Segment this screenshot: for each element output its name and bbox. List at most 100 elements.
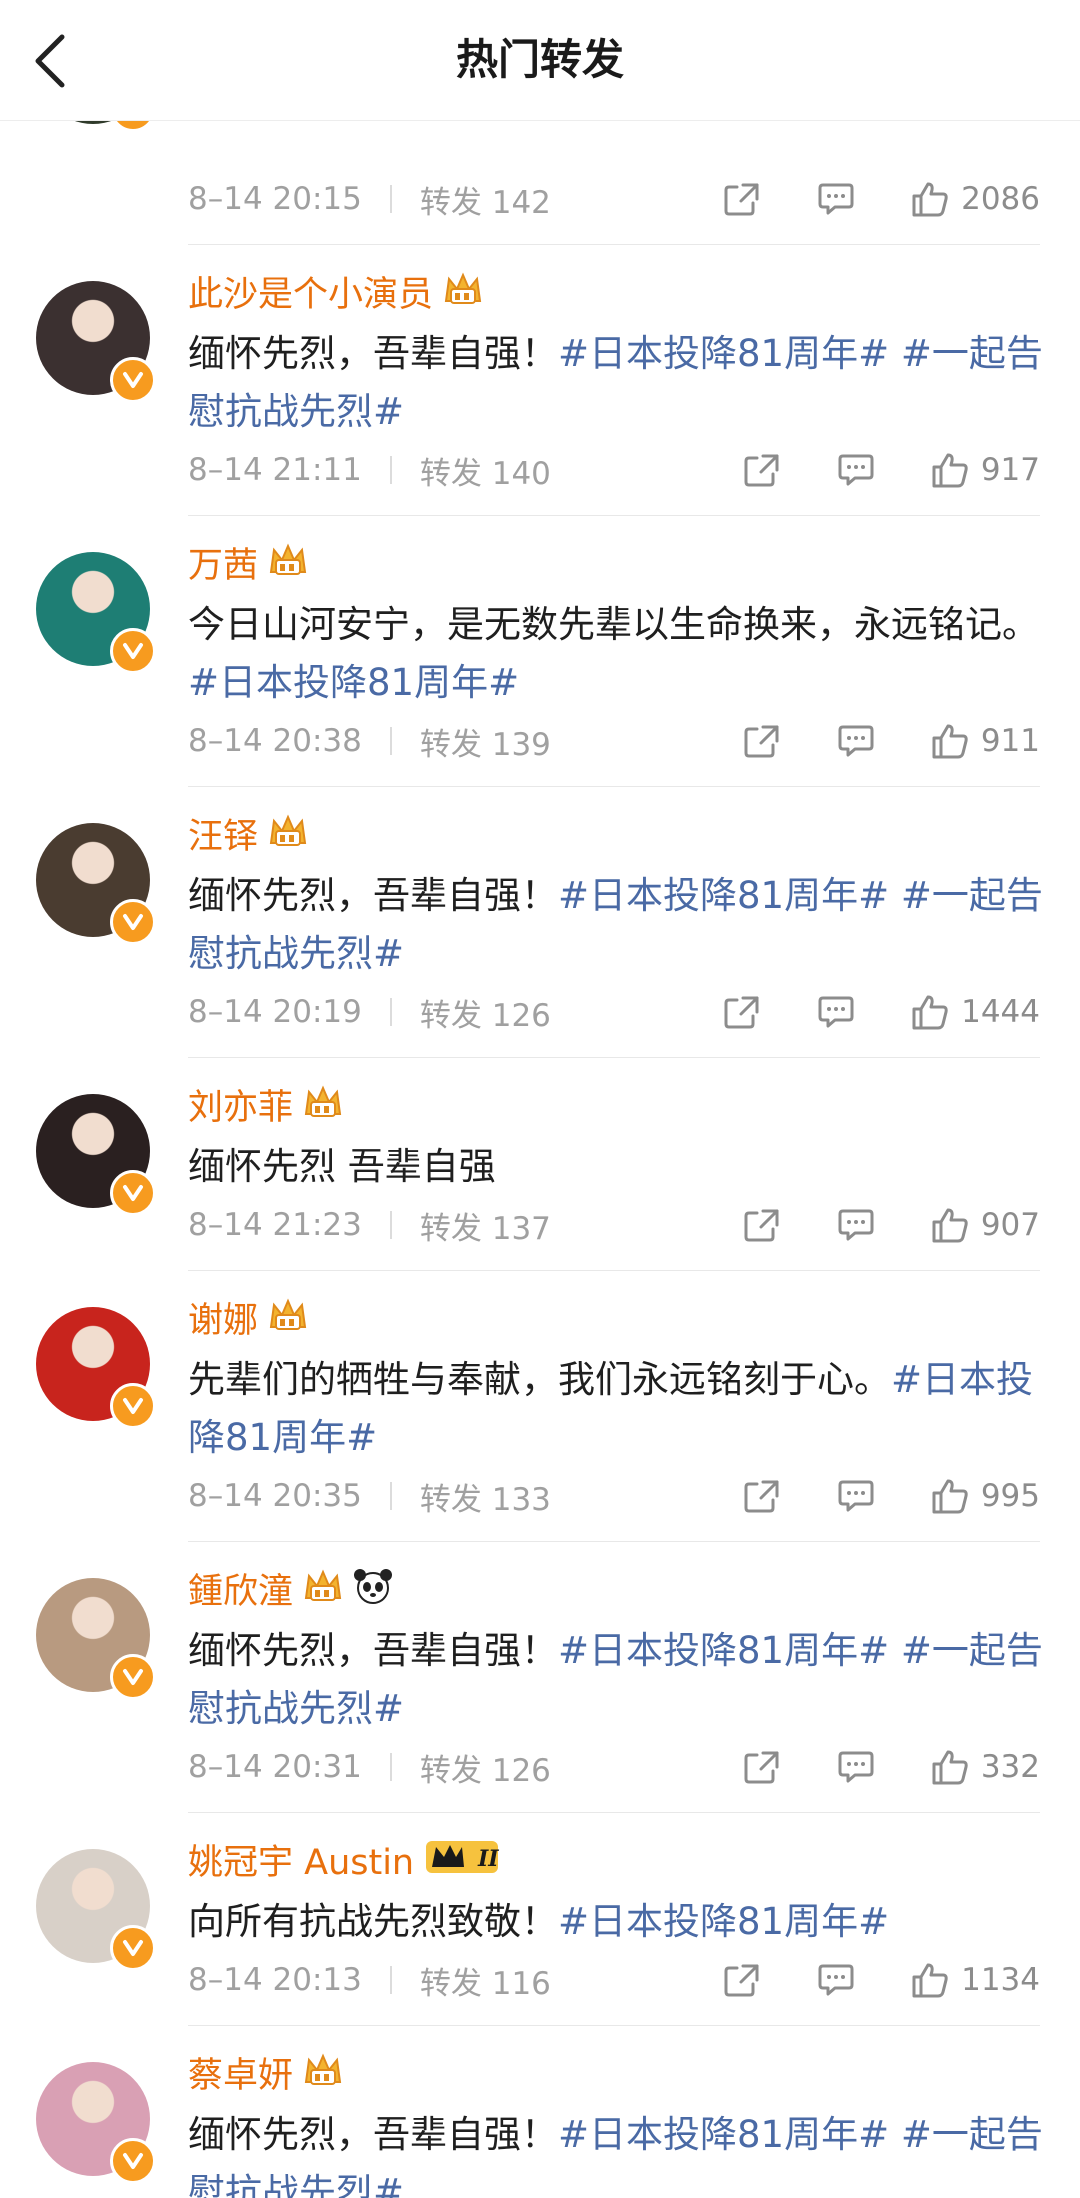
- like-button[interactable]: 1444: [911, 993, 1040, 1031]
- meta-row: 8–14 20:13 转发 116 1134: [188, 1955, 1040, 2005]
- comment-button[interactable]: [837, 723, 875, 759]
- name-row: 刘亦菲: [188, 1076, 343, 1132]
- avatar[interactable]: [36, 1578, 156, 1700]
- top-bar: 热门转发: [0, 0, 1080, 121]
- avatar[interactable]: [36, 1307, 156, 1429]
- comment-icon: [838, 1751, 874, 1783]
- user-name[interactable]: 谢娜: [188, 1292, 258, 1343]
- repost-item[interactable]: 鍾欣潼 缅怀先烈，吾辈自强！#日本投降81周年# #一起告慰抗战先烈# 8–14 2…: [36, 1542, 1043, 1813]
- repost-item[interactable]: 万茜 今日山河安宁，是无数先辈以生命换来，永远铭记。 #日本投降81周年# 8–14 …: [36, 516, 1040, 787]
- comment-icon: [838, 1209, 874, 1241]
- user-name[interactable]: 姚冠宇 Austin: [188, 1834, 414, 1885]
- repost-item[interactable]: 蔡卓妍 缅怀先烈，吾辈自强！#日本投降81周年# #一起告慰抗战先烈#: [36, 2026, 1043, 2198]
- repost-feed[interactable]: 山河无恙，国泰民安！#日本投降81周年#8–14 20:15转发 1422086…: [0, 120, 1080, 2198]
- divider: [389, 1753, 392, 1781]
- name-row: 此沙是个小演员: [188, 263, 483, 319]
- avatar[interactable]: [36, 1094, 156, 1216]
- repost-item[interactable]: 此沙是个小演员 缅怀先烈，吾辈自强！#日本投降81周年# #一起告慰抗战先烈# 8–…: [36, 245, 1043, 516]
- share-button[interactable]: [723, 1962, 761, 1998]
- user-name[interactable]: 刘亦菲: [188, 1079, 293, 1130]
- user-name[interactable]: 汪铎: [188, 808, 258, 859]
- repost-body: 先辈们的牺牲与奉献，我们永远铭刻于心。: [188, 1358, 891, 1401]
- like-button[interactable]: 911: [931, 722, 1040, 760]
- meta-row: 8–14 20:19 转发 126 1444: [188, 987, 1040, 1037]
- repost-text: 缅怀先烈，吾辈自强！#日本投降81周年# #一起告慰抗战先烈#: [188, 867, 1048, 983]
- comment-icon: [838, 454, 874, 486]
- meta-row: 8–14 21:23 转发 137 907: [188, 1200, 1040, 1250]
- page-title: 热门转发: [455, 35, 624, 84]
- share-button[interactable]: [743, 452, 781, 488]
- repost-body: 今日山河安宁，是无数先辈以生命换来，永远铭记。: [188, 603, 1039, 646]
- repost-item[interactable]: 山河无恙，国泰民安！#日本投降81周年#8–14 20:15转发 1422086: [36, 120, 1040, 245]
- avatar[interactable]: [36, 823, 156, 945]
- avatar[interactable]: [36, 552, 156, 674]
- timestamp: 8–14 20:13: [188, 1962, 362, 1998]
- thumbs-up-icon: [932, 1208, 968, 1243]
- thumbs-up-icon: [912, 1963, 948, 1998]
- comment-button[interactable]: [837, 1749, 875, 1785]
- repost-text: 向所有抗战先烈致敬！#日本投降81周年#: [188, 1893, 1048, 1951]
- share-button[interactable]: [743, 1749, 781, 1785]
- share-icon: [744, 1751, 779, 1784]
- svg-text:II: II: [477, 1846, 499, 1872]
- divider: [389, 1482, 392, 1510]
- repost-item[interactable]: 谢娜 先辈们的牺牲与奉献，我们永远铭刻于心。#日本投降81周年# 8–14 20:3…: [36, 1271, 1040, 1542]
- repost-item[interactable]: 汪铎 缅怀先烈，吾辈自强！#日本投降81周年# #一起告慰抗战先烈# 8–14 20…: [36, 787, 1043, 1058]
- verified-v-icon: [110, 1654, 156, 1700]
- share-icon: [744, 1480, 779, 1513]
- share-button[interactable]: [723, 994, 761, 1030]
- share-icon: [724, 183, 759, 216]
- crown-icon: [268, 813, 308, 853]
- name-row: 万茜: [188, 534, 308, 590]
- share-icon: [724, 996, 759, 1029]
- verified-v-icon: [110, 899, 156, 945]
- share-button[interactable]: [743, 723, 781, 759]
- user-name[interactable]: 蔡卓妍: [188, 2047, 293, 2098]
- verified-v-icon: [110, 357, 156, 403]
- share-button[interactable]: [743, 1207, 781, 1243]
- user-name[interactable]: 此沙是个小演员: [188, 266, 433, 317]
- like-button[interactable]: 2086: [911, 180, 1040, 218]
- avatar[interactable]: [36, 2062, 156, 2184]
- crown-icon: [303, 2052, 343, 2092]
- comment-button[interactable]: [837, 452, 875, 488]
- avatar[interactable]: [36, 1849, 156, 1971]
- name-row: 鍾欣潼: [188, 1560, 393, 1616]
- repost-count: 转发 116: [419, 1965, 551, 2002]
- user-name[interactable]: 鍾欣潼: [188, 1563, 293, 1614]
- comment-button[interactable]: [817, 994, 855, 1030]
- divider: [389, 998, 392, 1026]
- like-count: 2086: [961, 181, 1040, 217]
- repost-item[interactable]: 姚冠宇 Austin II 向所有抗战先烈致敬！#日本投降81周年# 8–14 20:…: [36, 1813, 1040, 2026]
- share-icon: [744, 1209, 779, 1242]
- repost-item[interactable]: 刘亦菲 缅怀先烈 吾辈自强 8–14 21:23 转发 137 907: [36, 1058, 1040, 1271]
- repost-body: 缅怀先烈，吾辈自强！: [188, 332, 558, 375]
- like-button[interactable]: 917: [931, 451, 1040, 489]
- like-button[interactable]: 1134: [911, 1961, 1040, 1999]
- divider: [389, 727, 392, 755]
- verified-v-icon: [110, 1170, 156, 1216]
- user-name[interactable]: 万茜: [188, 537, 258, 588]
- comment-icon: [838, 1480, 874, 1512]
- comment-button[interactable]: [817, 1962, 855, 1998]
- comment-button[interactable]: [837, 1478, 875, 1514]
- comment-button[interactable]: [837, 1207, 875, 1243]
- share-button[interactable]: [723, 181, 761, 217]
- timestamp: 8–14 21:11: [188, 452, 362, 488]
- name-row: 汪铎: [188, 805, 308, 861]
- hashtag-link[interactable]: #日本投降81周年#: [188, 661, 519, 704]
- like-button[interactable]: 332: [931, 1748, 1040, 1786]
- repost-text: 今日山河安宁，是无数先辈以生命换来，永远铭记。 #日本投降81周年#: [188, 596, 1048, 712]
- comment-button[interactable]: [817, 181, 855, 217]
- repost-body: 缅怀先烈，吾辈自强！: [188, 2113, 558, 2156]
- repost-text: 先辈们的牺牲与奉献，我们永远铭刻于心。#日本投降81周年#: [188, 1351, 1048, 1467]
- like-button[interactable]: 995: [931, 1477, 1040, 1515]
- action-bar: 1444: [667, 993, 1040, 1031]
- crown-icon: [443, 271, 483, 311]
- like-count: 1134: [961, 1962, 1040, 1998]
- share-icon: [724, 1964, 759, 1997]
- share-button[interactable]: [743, 1478, 781, 1514]
- like-button[interactable]: 907: [931, 1206, 1040, 1244]
- hashtag-link[interactable]: #日本投降81周年#: [558, 1900, 889, 1943]
- avatar[interactable]: [36, 281, 156, 403]
